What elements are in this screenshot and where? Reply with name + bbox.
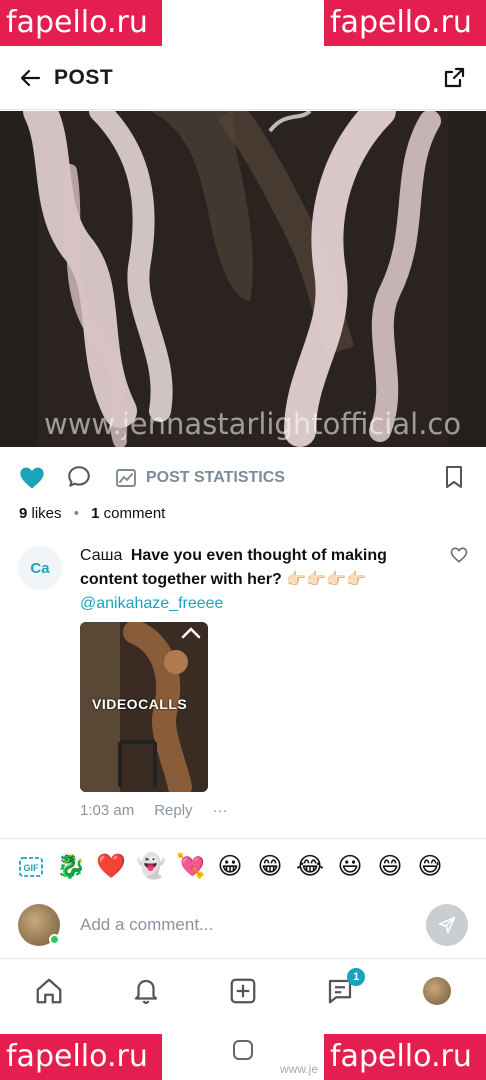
watermark-bottom-left: fapello.ru (0, 1034, 162, 1080)
post-header: POST (0, 46, 486, 110)
post-actions: POST STATISTICS (0, 455, 486, 501)
emoji-option[interactable]: 😀 (216, 852, 244, 881)
system-home-icon[interactable] (233, 1040, 253, 1060)
chevron-up-icon (181, 627, 201, 639)
gif-icon[interactable]: GIF (18, 855, 44, 879)
post-statistics-label: POST STATISTICS (146, 469, 285, 486)
bookmark-icon[interactable] (442, 464, 468, 492)
arrow-left-icon[interactable] (18, 66, 42, 90)
post-media[interactable]: www.jennastarlightofficial.co (0, 111, 486, 447)
emoji-bar: GIF 🐉 ❤️ 👻 💘 😀 😁 😂 😃 😄 😅 (0, 838, 486, 894)
reply-button[interactable]: Reply (154, 802, 192, 819)
media-overlay-text: www.jennastarlightofficial.co (44, 407, 462, 441)
post-statistics-button[interactable]: POST STATISTICS (114, 466, 285, 490)
comment-author[interactable]: Саша (80, 547, 122, 564)
watermark-top-right: fapello.ru (324, 0, 486, 46)
comment-body: Саша Have you even thought of making con… (80, 544, 440, 616)
bell-icon[interactable] (129, 974, 163, 1008)
emoji-option[interactable]: 😁 (256, 852, 284, 881)
svg-text:GIF: GIF (24, 863, 40, 873)
comment-input[interactable] (80, 915, 426, 935)
likes-label: likes (31, 505, 62, 522)
messages-icon[interactable]: 1 (323, 967, 366, 1008)
separator-dot: • (73, 505, 79, 522)
add-post-icon[interactable] (226, 974, 260, 1008)
likes-count[interactable]: 9 (19, 505, 27, 522)
comment-text: Have you even thought of making content … (80, 547, 387, 588)
chart-icon (116, 469, 136, 487)
bottom-nav: 1 (0, 958, 486, 1022)
comment-like-icon[interactable] (450, 546, 468, 564)
heart-icon[interactable] (18, 464, 46, 492)
emoji-option[interactable]: 👻 (136, 852, 166, 881)
emoji-option[interactable]: 😃 (336, 852, 364, 881)
send-button[interactable] (426, 904, 468, 946)
comments-label: comment (103, 505, 166, 522)
share-icon[interactable] (442, 65, 468, 91)
hair-photo (23, 111, 448, 447)
comments-count[interactable]: 1 (91, 505, 99, 522)
avatar (423, 976, 452, 1005)
more-options-icon[interactable]: ··· (213, 802, 228, 819)
comment-icon[interactable] (66, 464, 94, 492)
messages-badge: 1 (347, 967, 366, 986)
send-icon (438, 916, 456, 934)
emoji-option[interactable]: 😄 (376, 852, 404, 881)
home-icon[interactable] (32, 974, 66, 1008)
watermark-bottom-right: fapello.ru (324, 1034, 486, 1080)
emoji-option[interactable]: 😅 (416, 852, 444, 881)
emoji-option[interactable]: ❤️ (96, 852, 126, 881)
avatar[interactable]: Ca (18, 546, 62, 590)
watermark-small-text: www.je (280, 1062, 319, 1076)
page-title: POST (54, 65, 114, 89)
my-avatar[interactable] (18, 904, 60, 946)
comment-attachment[interactable]: VIDEOCALLS (80, 622, 208, 792)
attachment-label: VIDEOCALLS (92, 696, 188, 712)
emoji-option[interactable]: 💘 (176, 852, 206, 881)
profile-nav-item[interactable] (420, 974, 454, 1008)
watermark-top-left: fapello.ru (0, 0, 162, 46)
post-counts: 9 likes • 1 comment (19, 505, 165, 522)
emoji-option[interactable]: 😂 (296, 852, 324, 881)
comment-time: 1:03 am (80, 802, 135, 819)
online-indicator (49, 934, 60, 945)
comment-meta: 1:03 am Reply ··· (80, 802, 228, 819)
comment-composer (0, 896, 486, 954)
comment-mention[interactable]: @anikahaze_freeee (80, 592, 440, 616)
emoji-option[interactable]: 🐉 (56, 852, 86, 881)
